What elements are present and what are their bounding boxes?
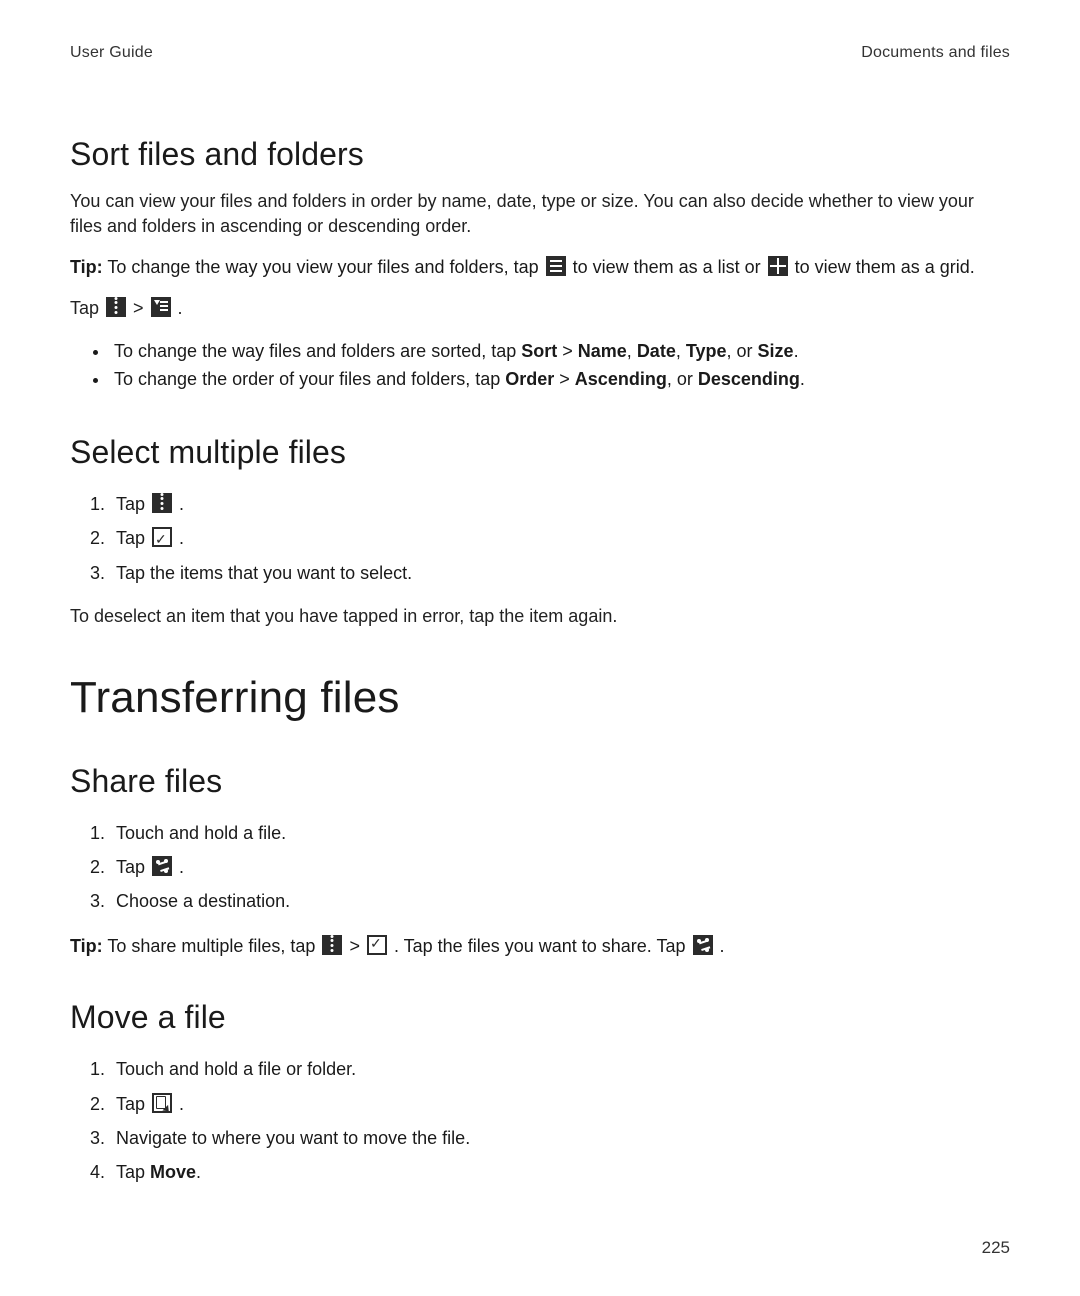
sort-tip-text-2: to view them as a list or	[568, 257, 766, 277]
text: Tap	[116, 528, 150, 548]
ascending-label: Ascending	[575, 369, 667, 389]
sort-label: Sort	[521, 341, 557, 361]
tap-sep: >	[128, 298, 149, 318]
move-label: Move	[150, 1162, 196, 1182]
overflow-menu-icon	[106, 297, 126, 317]
sort-bullet-1: To change the way files and folders are …	[110, 337, 1010, 366]
sort-tip-text-1: To change the way you view your files an…	[103, 257, 544, 277]
sort-tap-line: Tap > .	[70, 296, 1010, 321]
heading-transferring: Transferring files	[70, 673, 1010, 723]
text: .	[800, 369, 805, 389]
tip-label: Tip:	[70, 936, 103, 956]
text: .	[794, 341, 799, 361]
heading-select: Select multiple files	[70, 434, 1010, 471]
text: >	[554, 369, 575, 389]
share-step-2: Tap .	[110, 850, 1010, 884]
order-label: Order	[505, 369, 554, 389]
grid-view-icon	[768, 256, 788, 276]
text: .	[715, 936, 725, 956]
page-number: 225	[982, 1238, 1010, 1258]
sort-tip-text-3: to view them as a grid.	[790, 257, 975, 277]
share-icon	[152, 856, 172, 876]
text: Tap	[116, 494, 150, 514]
running-head-right: Documents and files	[861, 44, 1010, 62]
share-tip: Tip: To share multiple files, tap > . Ta…	[70, 934, 1010, 959]
text: Tap	[116, 857, 150, 877]
list-view-icon	[546, 256, 566, 276]
descending-label: Descending	[698, 369, 800, 389]
sort-bullet-2: To change the order of your files and fo…	[110, 365, 1010, 394]
text: To share multiple files, tap	[103, 936, 321, 956]
sort-options-icon	[151, 297, 171, 317]
select-step-2: Tap .	[110, 521, 1010, 555]
move-step-4: Tap Move.	[110, 1155, 1010, 1189]
text: , or	[667, 369, 698, 389]
sort-intro: You can view your files and folders in o…	[70, 189, 1010, 239]
text: >	[344, 936, 365, 956]
select-step-3: Tap the items that you want to select.	[110, 556, 1010, 590]
tip-label: Tip:	[70, 257, 103, 277]
select-note: To deselect an item that you have tapped…	[70, 604, 1010, 629]
share-step-1: Touch and hold a file.	[110, 816, 1010, 850]
text: .	[174, 528, 184, 548]
text: .	[196, 1162, 201, 1182]
tap-suffix: .	[173, 298, 183, 318]
size-label: Size	[758, 341, 794, 361]
text: . Tap the files you want to share. Tap	[389, 936, 691, 956]
text: Tap	[116, 1094, 150, 1114]
text: .	[174, 857, 184, 877]
select-checkbox-icon	[152, 527, 172, 547]
name-label: Name	[578, 341, 627, 361]
share-icon	[693, 935, 713, 955]
running-head-left: User Guide	[70, 44, 153, 62]
select-checkbox-icon	[367, 935, 387, 955]
tap-prefix: Tap	[70, 298, 104, 318]
heading-share: Share files	[70, 763, 1010, 800]
text: .	[174, 494, 184, 514]
text: Tap	[116, 1162, 150, 1182]
move-step-3: Navigate to where you want to move the f…	[110, 1121, 1010, 1155]
text: >	[557, 341, 578, 361]
date-label: Date	[637, 341, 676, 361]
type-label: Type	[686, 341, 727, 361]
text: ,	[627, 341, 637, 361]
text: To change the way files and folders are …	[114, 341, 521, 361]
overflow-menu-icon	[152, 493, 172, 513]
text: To change the order of your files and fo…	[114, 369, 505, 389]
move-file-icon	[152, 1093, 172, 1113]
overflow-menu-icon	[322, 935, 342, 955]
heading-move: Move a file	[70, 999, 1010, 1036]
heading-sort: Sort files and folders	[70, 136, 1010, 173]
text: , or	[727, 341, 758, 361]
text: .	[174, 1094, 184, 1114]
select-step-1: Tap .	[110, 487, 1010, 521]
move-step-2: Tap .	[110, 1087, 1010, 1121]
text: ,	[676, 341, 686, 361]
sort-tip: Tip: To change the way you view your fil…	[70, 255, 1010, 280]
share-step-3: Choose a destination.	[110, 884, 1010, 918]
move-step-1: Touch and hold a file or folder.	[110, 1052, 1010, 1086]
